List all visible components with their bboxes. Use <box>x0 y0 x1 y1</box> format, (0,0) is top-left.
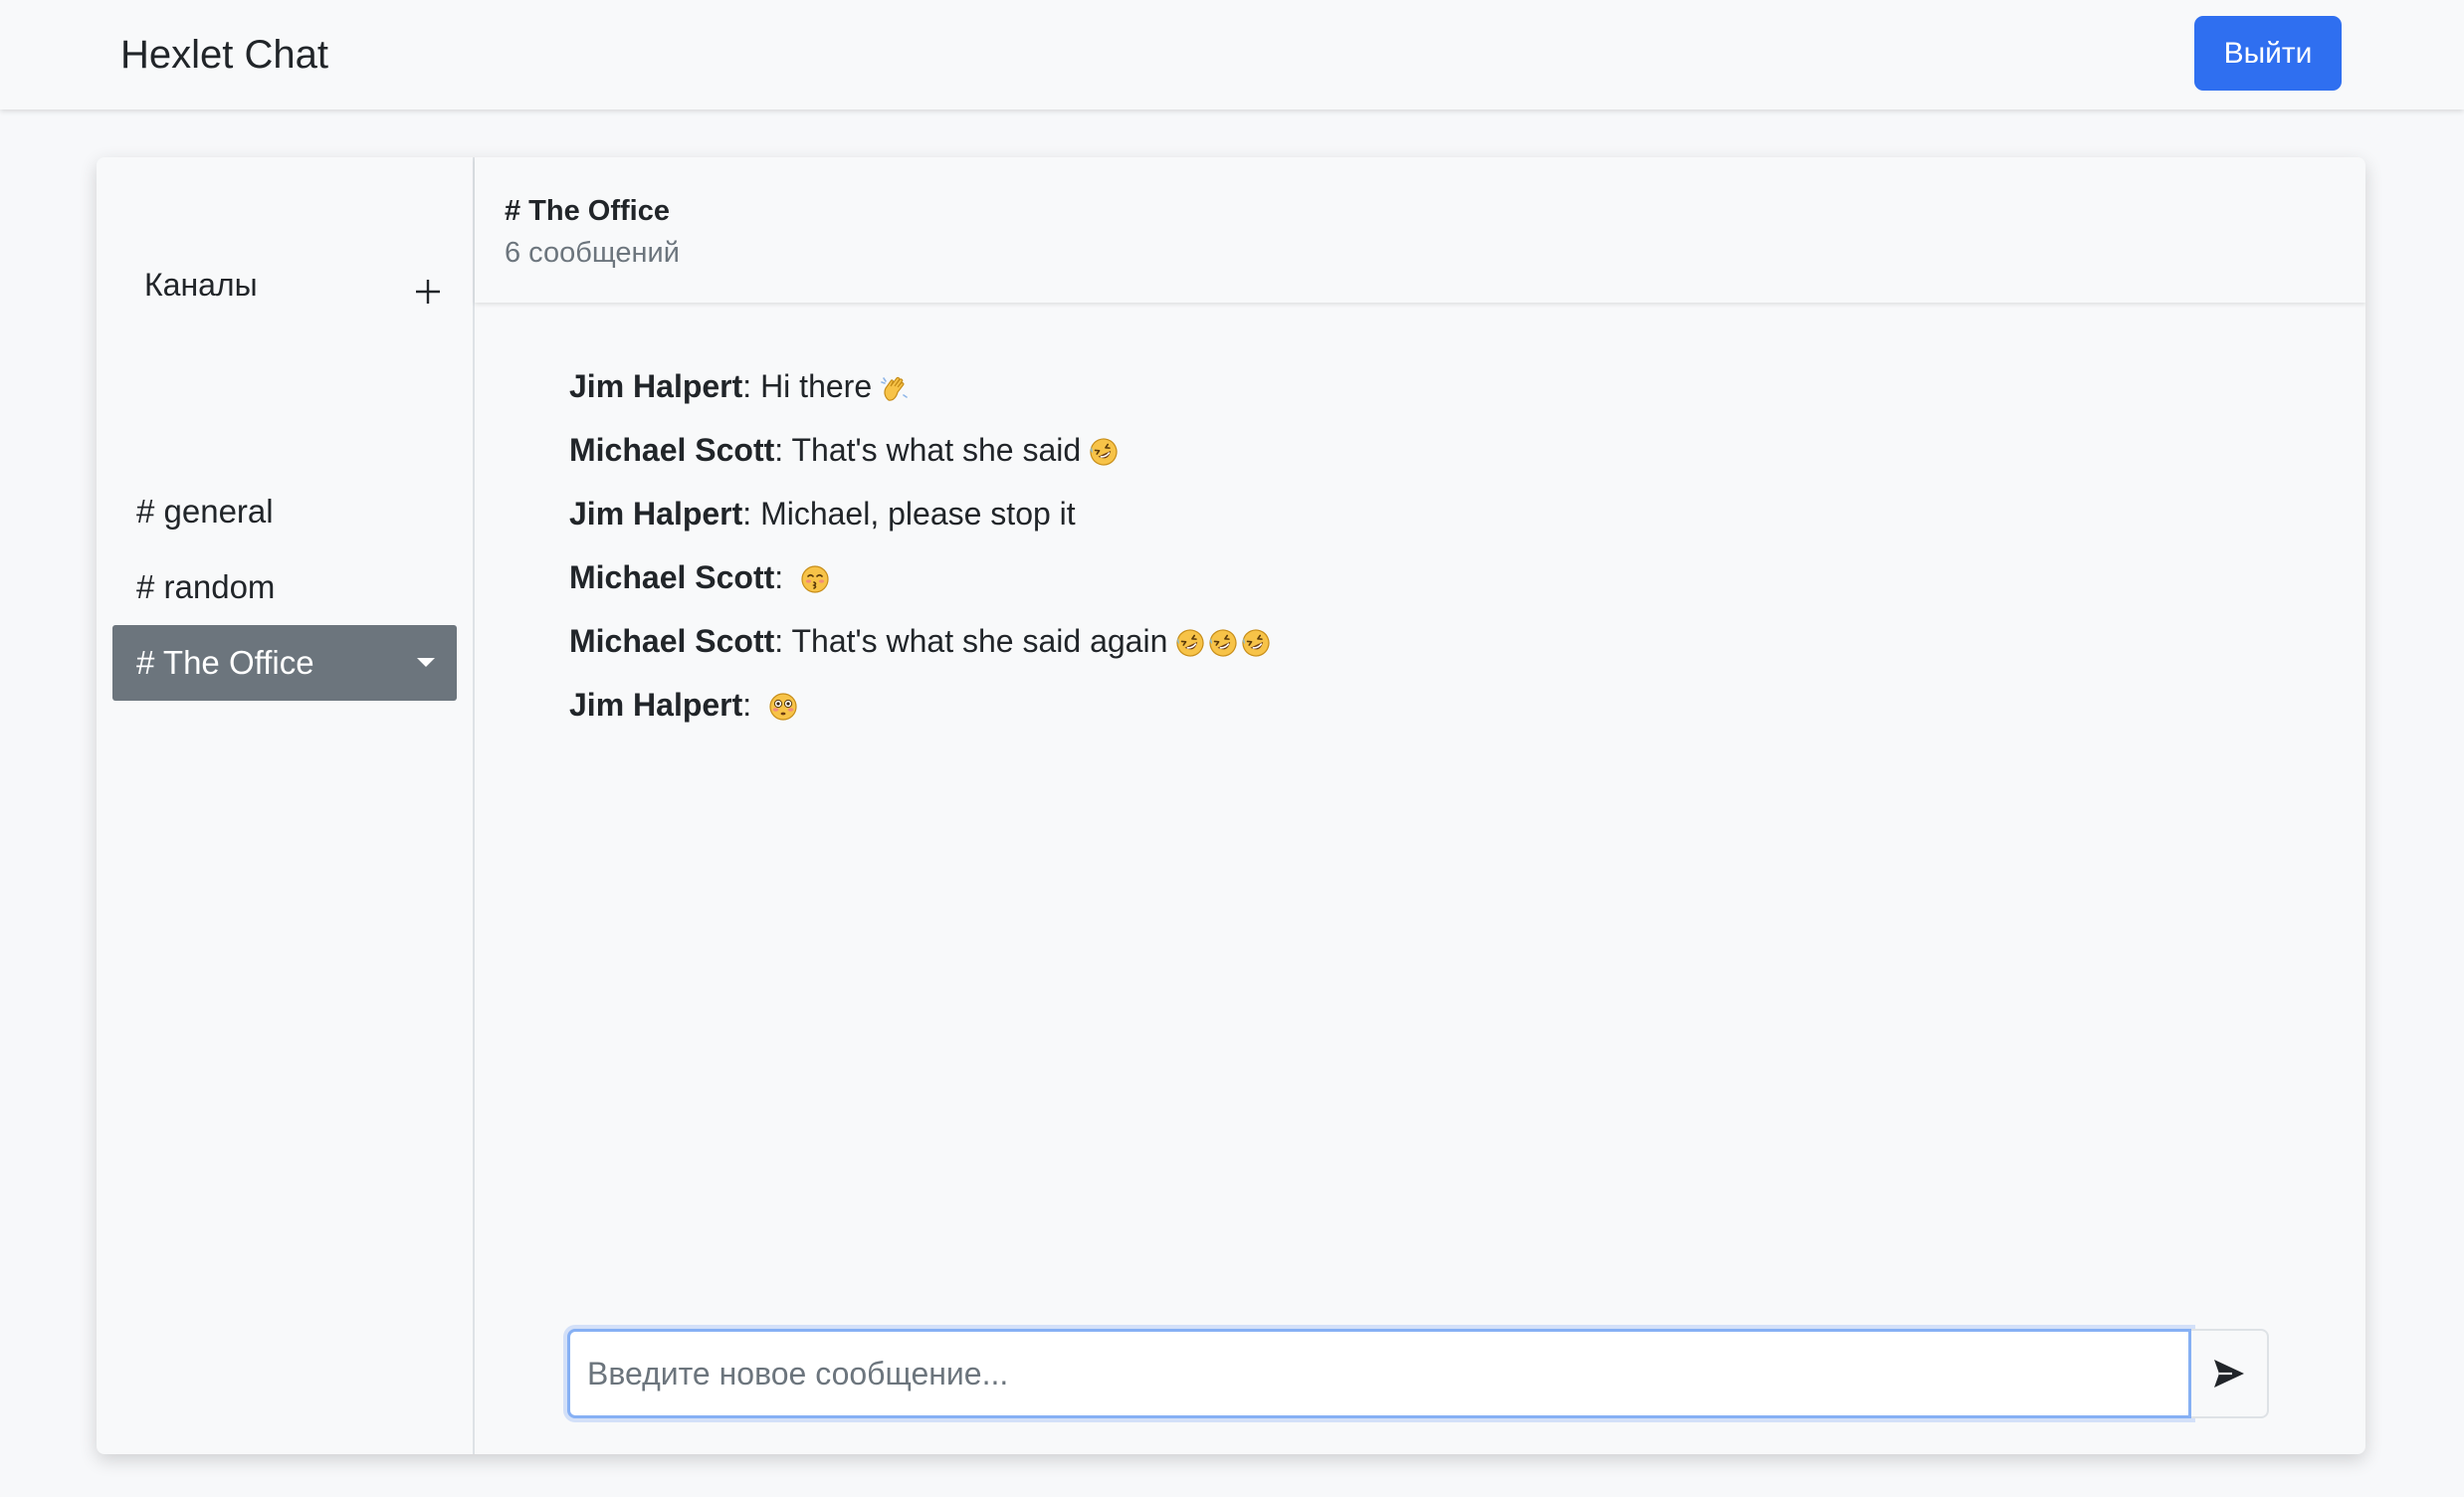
message-count: 6 сообщений <box>505 237 680 269</box>
message-text: That's what she said <box>791 432 1082 468</box>
message-author: Jim Halpert <box>569 687 743 723</box>
rolling-laughing-emoji <box>1241 628 1271 658</box>
message-text: That's what she said again <box>791 623 1168 659</box>
rolling-laughing-emoji <box>1208 628 1238 658</box>
message-item: Jim Halpert: Michael, please stop it <box>569 496 1076 532</box>
message-author: Jim Halpert <box>569 368 743 404</box>
brand-link[interactable]: Hexlet Chat <box>120 30 328 80</box>
message-item: Michael Scott: That's what she said <box>569 418 2261 482</box>
channel-item-random[interactable]: # random <box>112 549 457 625</box>
channels-header: Каналы <box>144 255 453 315</box>
message-item: Jim Halpert: <box>569 673 2261 737</box>
rolling-laughing-emoji <box>1175 628 1205 658</box>
channel-item-general[interactable]: # general <box>112 474 457 549</box>
message-form <box>567 1329 2269 1418</box>
kissing-face-emoji <box>800 564 830 594</box>
message-item: Jim Halpert: Hi there <box>569 354 2261 418</box>
add-channel-button[interactable] <box>403 255 453 315</box>
message-author: Jim Halpert <box>569 496 743 532</box>
caret-down-icon <box>417 658 435 667</box>
channel-item-the-office[interactable]: # The Office <box>112 625 457 701</box>
message-author: Michael Scott <box>569 623 775 659</box>
waving-hand-emoji <box>880 373 910 403</box>
message-author: Michael Scott <box>569 432 775 468</box>
channel-name: # The Office <box>136 644 314 681</box>
flushed-face-emoji <box>768 692 798 722</box>
send-arrow-icon <box>2214 1360 2244 1388</box>
channels-sidebar: Каналы # general # random # The Office <box>97 157 475 1454</box>
message-input[interactable] <box>567 1329 2191 1418</box>
channel-name: # general <box>136 493 274 530</box>
chat-panel: # The Office 6 сообщений Jim Halpert: Hi… <box>475 157 2365 1454</box>
channel-list: # general # random # The Office <box>112 474 457 701</box>
message-item: Michael Scott: That's what she said agai… <box>569 609 2261 673</box>
channel-name: # random <box>136 568 276 605</box>
send-button[interactable] <box>2191 1329 2269 1418</box>
channels-title: Каналы <box>144 267 258 303</box>
rolling-laughing-emoji <box>1089 437 1119 467</box>
message-item: Michael Scott: <box>569 545 2261 609</box>
chat-card: Каналы # general # random # The Office #… <box>97 157 2365 1454</box>
message-text: Hi there <box>760 368 873 404</box>
logout-button[interactable]: Выйти <box>2194 16 2342 91</box>
navbar: Hexlet Chat Выйти <box>0 0 2464 109</box>
chat-header: # The Office 6 сообщений <box>475 157 2365 303</box>
channel-options-dropdown[interactable] <box>397 625 457 701</box>
plus-icon <box>416 280 440 304</box>
message-author: Michael Scott <box>569 559 775 595</box>
message-text: Michael, please stop it <box>760 496 1076 532</box>
channel-title: # The Office <box>505 195 670 227</box>
message-list: Jim Halpert: Hi there Michael Scott: Tha… <box>569 354 2261 737</box>
